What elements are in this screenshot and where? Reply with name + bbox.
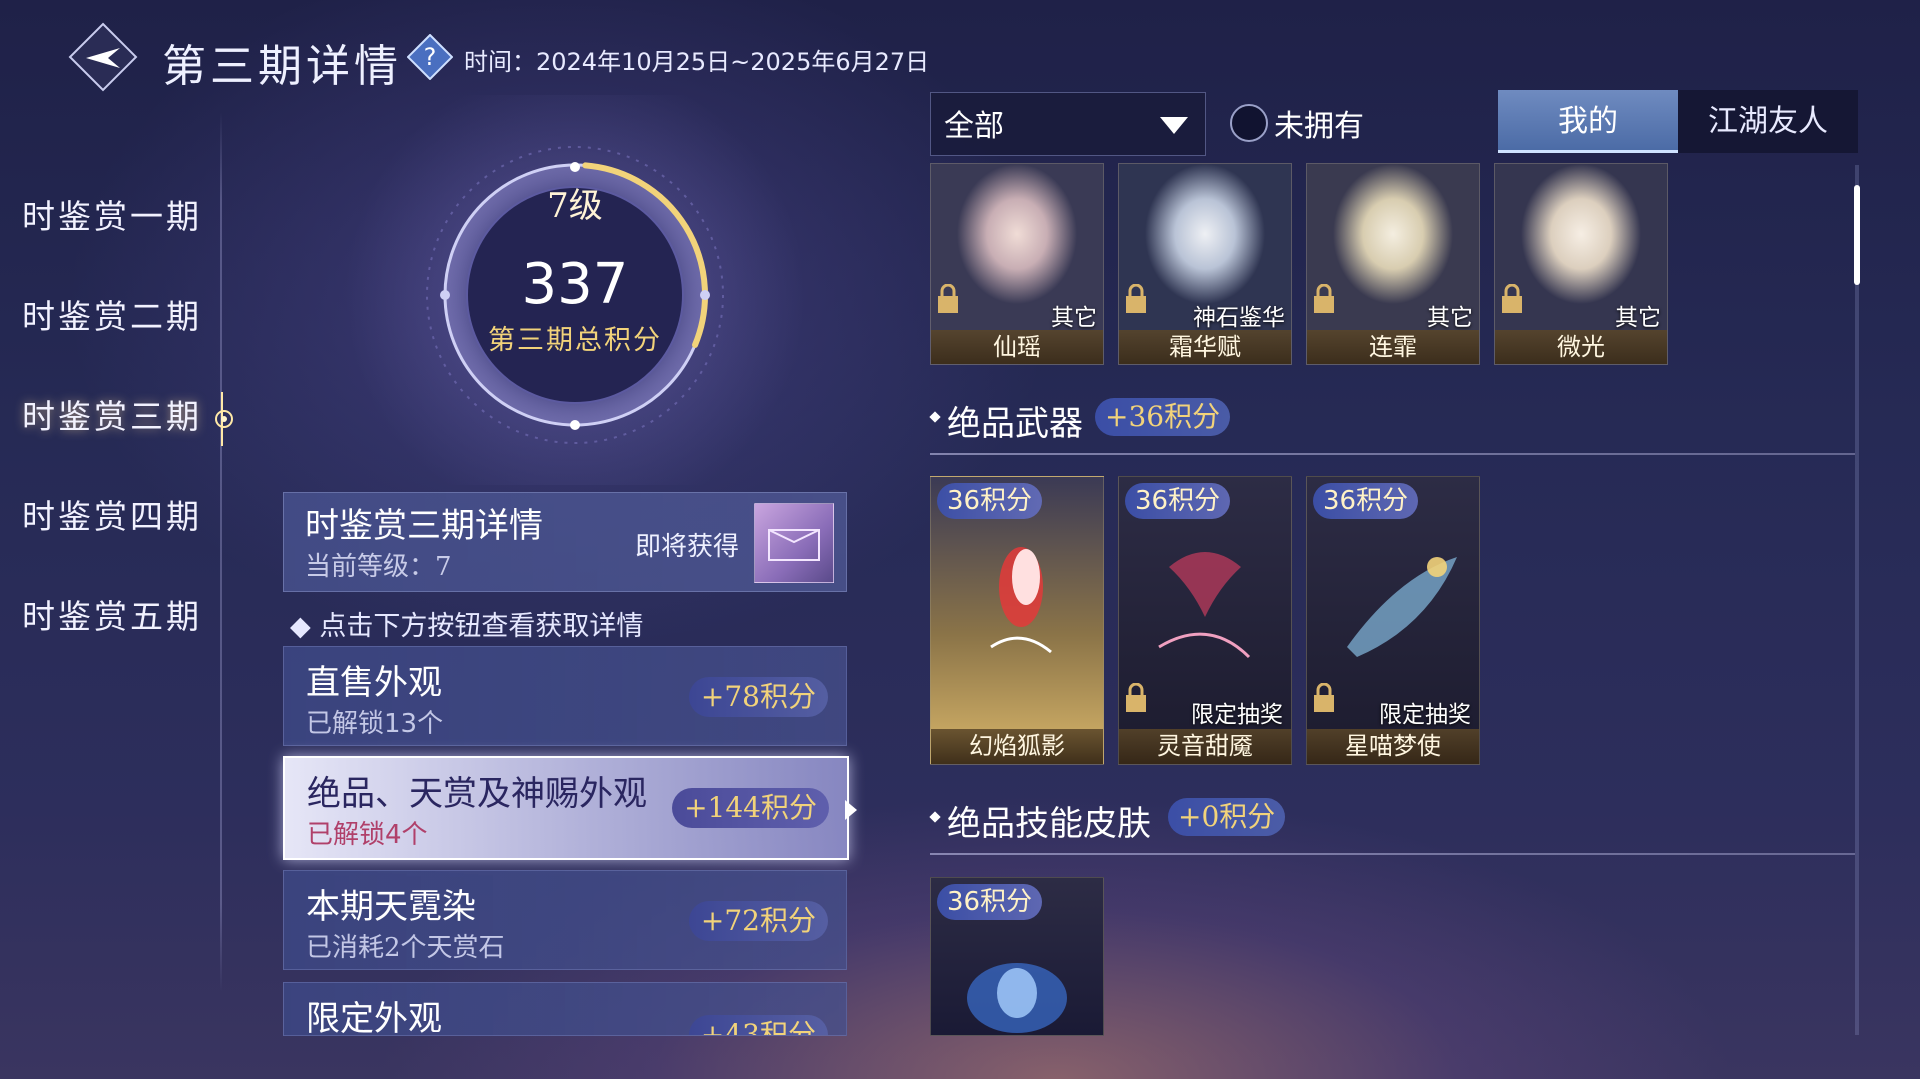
sidebar-item-period-2[interactable]: 时鉴赏二期	[22, 287, 222, 347]
sidebar-item-period-3[interactable]: 时鉴赏三期	[22, 387, 222, 447]
character-name: 微光	[1495, 330, 1667, 364]
category-subtitle: 已消耗2个天赏石	[306, 933, 505, 963]
character-name: 连霏	[1307, 330, 1479, 364]
fox-flame-weapon-icon	[990, 547, 1052, 654]
svg-text:?: ?	[424, 43, 437, 71]
back-arrow-icon	[68, 22, 138, 92]
skill-skin-points: 36积分	[937, 884, 1043, 920]
unowned-radio[interactable]	[1230, 104, 1268, 142]
category-premium[interactable]: 绝品、天赏及神赐外观 已解锁4个 +144积分	[283, 756, 849, 860]
category-subtitle: 已解锁13个	[306, 709, 444, 739]
total-score: 337	[521, 252, 629, 317]
weapon-card[interactable]: 36积分 幻焰狐影	[930, 476, 1104, 765]
weapon-tag: 限定抽奖	[1379, 702, 1471, 728]
lock-icon	[1126, 683, 1146, 712]
active-marker-icon	[208, 392, 238, 446]
category-title: 绝品、天赏及神赐外观	[307, 774, 647, 814]
character-card[interactable]: 神石鉴华 霜华赋	[1118, 163, 1292, 365]
section-title-weapons: 绝品武器	[947, 404, 1083, 444]
tab-friends[interactable]: 江湖友人	[1678, 90, 1858, 153]
section-bullet-icon	[929, 811, 941, 823]
coming-reward-label: 即将获得	[635, 532, 740, 562]
character-card[interactable]: 其它 微光	[1494, 163, 1668, 365]
character-tag: 其它	[1427, 305, 1473, 331]
section-points-skill-skins: +0积分	[1168, 798, 1286, 836]
weapon-name: 星喵梦使	[1307, 729, 1479, 764]
category-title: 本期天霓染	[306, 887, 476, 927]
weapon-name: 灵音甜魇	[1119, 729, 1291, 764]
tab-mine[interactable]: 我的	[1498, 90, 1678, 153]
unowned-label[interactable]: 未拥有	[1274, 101, 1364, 145]
selected-arrow-icon	[845, 800, 857, 820]
section-divider	[930, 453, 1855, 455]
hint-text: ◆ 点击下方按钮查看获取详情	[290, 611, 644, 642]
question-icon: ?	[406, 33, 454, 81]
character-name: 仙瑶	[931, 330, 1103, 364]
total-score-label: 第三期总积分	[488, 325, 662, 356]
lock-icon	[1502, 284, 1522, 313]
lock-icon	[938, 284, 958, 313]
category-points: +43积分	[688, 1015, 828, 1035]
chevron-down-icon	[1160, 117, 1188, 134]
hint-label: 点击下方按钮查看获取详情	[319, 611, 644, 642]
tab-active-underline	[1498, 150, 1678, 153]
category-subtitle: 已解锁4个	[307, 820, 428, 850]
level-label: 7级	[547, 186, 603, 226]
current-level: 当前等级：7	[305, 552, 452, 582]
character-tag: 神石鉴华	[1193, 305, 1285, 331]
sidebar-item-period-5[interactable]: 时鉴赏五期	[22, 587, 222, 647]
section-points-weapons: +36积分	[1095, 398, 1231, 436]
category-points: +144积分	[672, 788, 829, 828]
character-card[interactable]: 其它 连霏	[1306, 163, 1480, 365]
skill-skin-card[interactable]: 36积分	[930, 877, 1104, 1036]
category-limited[interactable]: 限定外观 +43积分	[283, 982, 847, 1036]
lock-icon	[1126, 284, 1146, 313]
character-name: 霜华赋	[1119, 330, 1291, 364]
sidebar-item-period-1[interactable]: 时鉴赏一期	[22, 187, 222, 247]
lock-icon	[1314, 284, 1334, 313]
reward-preview-image[interactable]	[754, 503, 834, 583]
reward-box-icon	[768, 529, 820, 561]
weapon-points: 36积分	[1313, 483, 1419, 519]
date-range: 时间：2024年10月25日~2025年6月27日	[464, 48, 930, 76]
section-divider	[930, 853, 1855, 855]
section-bullet-icon	[929, 411, 941, 423]
category-title: 直售外观	[306, 663, 442, 703]
category-title: 限定外观	[306, 999, 442, 1036]
character-tag: 其它	[1615, 305, 1661, 331]
weapon-card[interactable]: 36积分 限定抽奖 星喵梦使	[1306, 476, 1480, 765]
weapon-card[interactable]: 36积分 限定抽奖 灵音甜魇	[1118, 476, 1292, 765]
weapon-points: 36积分	[1125, 483, 1231, 519]
lock-icon	[1314, 683, 1334, 712]
sidebar-item-period-4[interactable]: 时鉴赏四期	[22, 487, 222, 547]
category-points: +72积分	[688, 901, 828, 941]
category-direct-sale[interactable]: 直售外观 已解锁13个 +78积分	[283, 646, 847, 746]
category-points: +78积分	[688, 677, 828, 717]
scrollbar-track[interactable]	[1855, 165, 1859, 1035]
character-card[interactable]: 其它 仙瑶	[930, 163, 1104, 365]
scrollbar-thumb[interactable]	[1854, 185, 1860, 285]
weapon-name: 幻焰狐影	[931, 729, 1103, 764]
weapon-tag: 限定抽奖	[1191, 702, 1283, 728]
back-button[interactable]	[68, 22, 138, 92]
help-button[interactable]: ?	[406, 33, 454, 81]
period-detail-title: 时鉴赏三期详情	[305, 506, 543, 546]
category-dye[interactable]: 本期天霓染 已消耗2个天赏石 +72积分	[283, 870, 847, 970]
weapon-points: 36积分	[937, 483, 1043, 519]
page-title: 第三期详情	[162, 41, 402, 92]
section-title-skill-skins: 绝品技能皮肤	[947, 804, 1151, 844]
filter-dropdown-value: 全部	[944, 109, 1004, 144]
character-tag: 其它	[1051, 305, 1097, 331]
